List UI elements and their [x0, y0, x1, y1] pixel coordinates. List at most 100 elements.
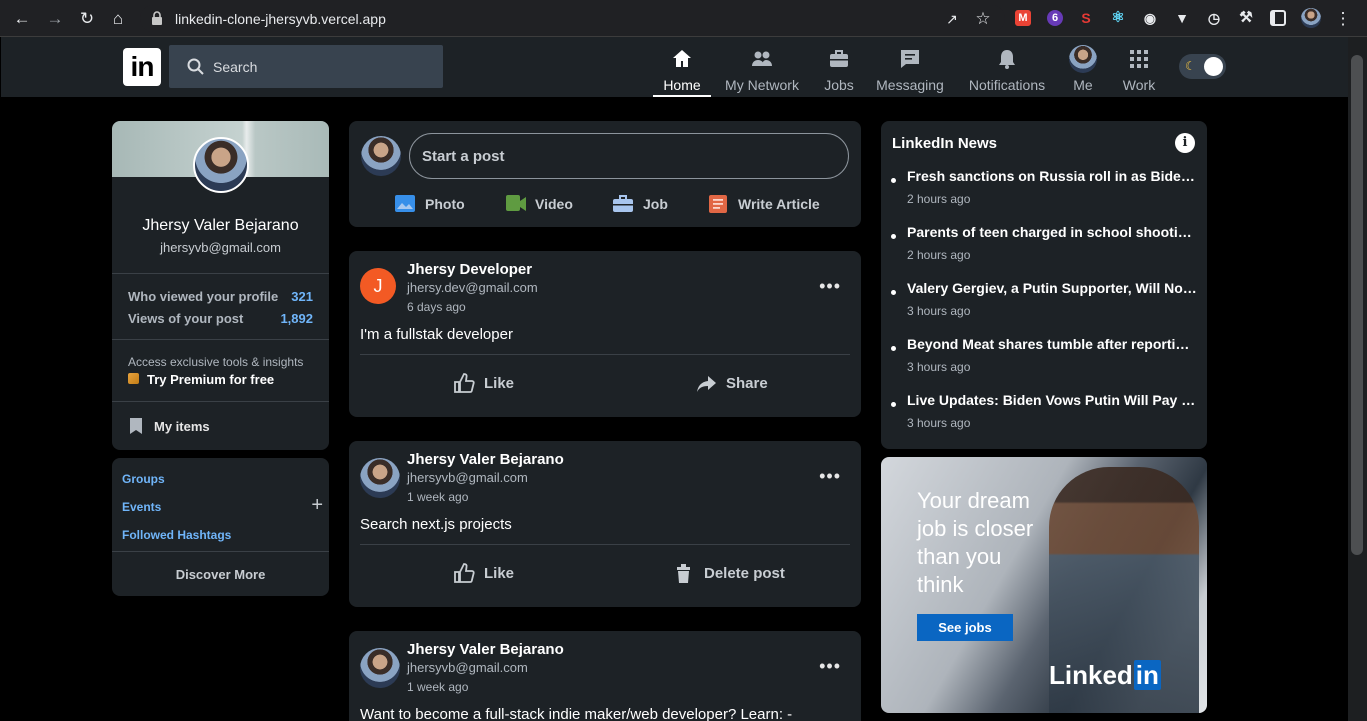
- profile-views-label[interactable]: Who viewed your profile: [128, 289, 278, 304]
- sidepanel-icon[interactable]: [1270, 10, 1286, 26]
- job-briefcase-icon: [613, 195, 633, 212]
- article-icon: [709, 195, 727, 213]
- start-post-input[interactable]: Start a post: [409, 133, 849, 179]
- nav-my-network[interactable]: My Network: [719, 37, 805, 97]
- add-event-icon[interactable]: +: [311, 494, 323, 517]
- s-extension-icon[interactable]: S: [1078, 10, 1094, 26]
- back-icon[interactable]: ←: [12, 9, 32, 29]
- post-timestamp: 1 week ago: [407, 680, 469, 694]
- nav-me[interactable]: Me: [1065, 37, 1101, 97]
- linkedin-logo[interactable]: in: [123, 48, 161, 86]
- puzzle-icon[interactable]: ⚒: [1238, 10, 1254, 26]
- star-icon[interactable]: ☆: [973, 9, 993, 29]
- post-author-name[interactable]: Jhersy Developer: [407, 261, 532, 278]
- news-headline: Live Updates: Biden Vows Putin Will Pay …: [907, 392, 1197, 408]
- profile-name[interactable]: Jhersy Valer Bejarano: [112, 217, 329, 235]
- share-icon[interactable]: ↗: [942, 9, 962, 29]
- address-bar[interactable]: linkedin-clone-jhersyvb.vercel.app: [140, 5, 1005, 32]
- me-avatar: [1069, 45, 1097, 73]
- post-author-email: jhersyvb@gmail.com: [407, 470, 528, 485]
- post-box-avatar: [361, 136, 401, 176]
- post-timestamp: 6 days ago: [407, 300, 466, 314]
- groups-link[interactable]: Groups: [122, 472, 165, 486]
- app-viewport: in Search Home My Network Jobs Messaging…: [1, 37, 1348, 721]
- post-text: Want to become a full-stack indie maker/…: [360, 706, 793, 721]
- nav-messaging[interactable]: Messaging: [873, 37, 947, 97]
- nav-work[interactable]: Work: [1117, 37, 1161, 97]
- vue-devtools-icon[interactable]: ▼: [1174, 10, 1190, 26]
- video-button[interactable]: Video: [506, 193, 586, 215]
- news-headline: Beyond Meat shares tumble after reportin…: [907, 336, 1197, 352]
- search-icon: [187, 58, 204, 75]
- home-browser-icon[interactable]: ⌂: [108, 9, 128, 29]
- bullet-icon: [891, 402, 896, 407]
- extension-badge-count: 6: [1051, 12, 1059, 24]
- bullet-icon: [891, 290, 896, 295]
- more-options-icon[interactable]: •••: [819, 276, 841, 297]
- info-icon[interactable]: i: [1175, 133, 1195, 153]
- nav-notifications[interactable]: Notifications: [963, 37, 1051, 97]
- write-article-label: Write Article: [738, 196, 820, 212]
- more-options-icon[interactable]: •••: [819, 656, 841, 677]
- post-author-avatar[interactable]: J: [360, 268, 396, 304]
- news-time: 2 hours ago: [907, 248, 971, 262]
- photo-label: Photo: [425, 196, 465, 212]
- bell-icon: [999, 50, 1015, 69]
- post-author-name[interactable]: Jhersy Valer Bejarano: [407, 641, 564, 658]
- browser-menu-icon[interactable]: ⋮: [1333, 9, 1353, 29]
- bullet-icon: [891, 346, 896, 351]
- theme-toggle[interactable]: ☾: [1179, 54, 1226, 79]
- reload-icon[interactable]: ↻: [77, 9, 97, 29]
- post-views-value[interactable]: 1,892: [280, 311, 313, 326]
- react-devtools-icon[interactable]: ⚛: [1110, 10, 1126, 26]
- more-options-icon[interactable]: •••: [819, 466, 841, 487]
- browser-toolbar: ← → ↻ ⌂ linkedin-clone-jhersyvb.vercel.a…: [0, 0, 1367, 37]
- divider: [360, 354, 850, 355]
- forward-icon[interactable]: →: [45, 9, 65, 29]
- news-headline: Fresh sanctions on Russia roll in as Bid…: [907, 168, 1197, 184]
- briefcase-icon: [830, 50, 848, 67]
- jobs-advertisement[interactable]: Your dream job is closer than you think …: [881, 457, 1207, 713]
- search-input[interactable]: Search: [169, 45, 443, 88]
- extension-badge-icon[interactable]: 6: [1047, 10, 1063, 26]
- job-button[interactable]: Job: [613, 193, 683, 215]
- news-time: 2 hours ago: [907, 192, 971, 206]
- post-author-avatar[interactable]: [360, 648, 400, 688]
- news-time: 3 hours ago: [907, 416, 971, 430]
- write-article-button[interactable]: Write Article: [709, 193, 839, 215]
- nav-me-label: Me: [1073, 77, 1093, 93]
- linkedin-news-card: LinkedIn News i Fresh sanctions on Russi…: [881, 121, 1207, 449]
- post-author-name[interactable]: Jhersy Valer Bejarano: [407, 451, 564, 468]
- page-scrollbar[interactable]: [1348, 37, 1367, 721]
- followed-hashtags-link[interactable]: Followed Hashtags: [122, 528, 231, 542]
- share-arrow-icon: [697, 376, 716, 392]
- home-icon: [673, 50, 691, 67]
- community-links-card: Groups Events + Followed Hashtags Discov…: [112, 458, 329, 596]
- post-views-label[interactable]: Views of your post: [128, 311, 243, 326]
- nav-home[interactable]: Home: [653, 37, 711, 97]
- nav-jobs-label: Jobs: [824, 77, 854, 93]
- photo-button[interactable]: Photo: [395, 193, 475, 215]
- feed-post: Jhersy Valer Bejarano jhersyvb@gmail.com…: [349, 631, 861, 721]
- record-extension-icon[interactable]: ◉: [1142, 10, 1158, 26]
- clock-extension-icon[interactable]: ◷: [1206, 10, 1222, 26]
- see-jobs-button[interactable]: See jobs: [917, 614, 1013, 641]
- premium-icon: [128, 373, 139, 384]
- browser-profile-avatar[interactable]: [1301, 8, 1321, 28]
- post-author-email: jhersy.dev@gmail.com: [407, 280, 538, 295]
- events-link[interactable]: Events: [122, 500, 161, 514]
- start-post-placeholder: Start a post: [422, 148, 505, 165]
- profile-avatar[interactable]: [193, 137, 249, 193]
- post-author-avatar[interactable]: [360, 458, 400, 498]
- my-items-link[interactable]: My items: [154, 419, 210, 434]
- post-author-email: jhersyvb@gmail.com: [407, 660, 528, 675]
- grid-icon: [1130, 50, 1148, 68]
- ad-headline: Your dream job is closer than you think: [917, 488, 1034, 597]
- discover-more-button[interactable]: Discover More: [112, 567, 329, 582]
- try-premium-link[interactable]: Try Premium for free: [147, 372, 274, 387]
- scrollbar-thumb[interactable]: [1351, 55, 1363, 555]
- nav-jobs[interactable]: Jobs: [819, 37, 859, 97]
- profile-views-value[interactable]: 321: [291, 289, 313, 304]
- gmail-extension-icon[interactable]: M: [1015, 10, 1031, 26]
- job-label: Job: [643, 196, 668, 212]
